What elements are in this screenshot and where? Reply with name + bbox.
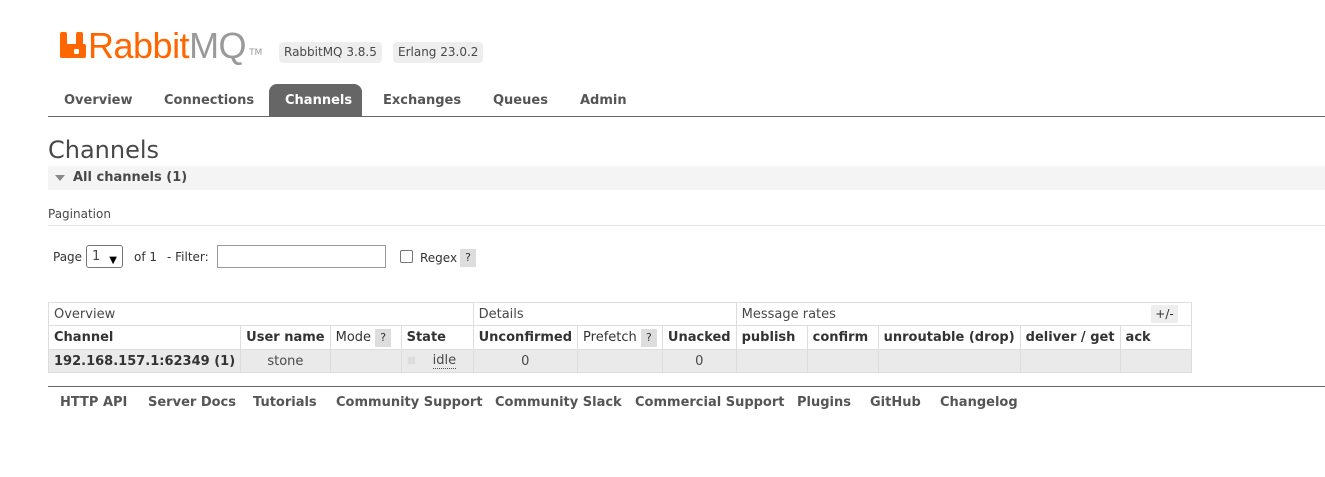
state-indicator-icon [406, 356, 416, 366]
table-row[interactable]: 192.168.157.1:62349 (1) stone idle 0 0 [47, 349, 1192, 373]
pagination-divider [48, 225, 1325, 226]
footer-link-http-api[interactable]: HTTP API [60, 395, 127, 410]
page-label: Page [53, 250, 83, 264]
collapse-triangle-icon [55, 175, 65, 181]
logo-text-secondary: MQ [189, 25, 247, 66]
cell-mode [329, 349, 402, 373]
rabbitmq-logo: Rabbit MQ TM [60, 24, 262, 64]
cell-prefetch [577, 349, 663, 373]
footer-link-commercial-support[interactable]: Commercial Support [635, 395, 785, 410]
filter-input[interactable] [217, 245, 386, 268]
col-user-name[interactable]: User name [240, 325, 331, 350]
footer-link-community-support[interactable]: Community Support [336, 395, 483, 410]
page-select[interactable]: 1 ▼ [86, 245, 123, 268]
cell-unconfirmed: 0 [472, 349, 579, 373]
col-state[interactable]: State [400, 325, 474, 350]
col-unconfirmed[interactable]: Unconfirmed [472, 325, 579, 350]
channels-table: Overview Details Message rates Channel U… [47, 302, 1192, 373]
all-channels-section-toggle[interactable]: All channels (1) [48, 166, 1325, 190]
page-title: Channels [48, 136, 160, 164]
state-value: idle [432, 352, 457, 369]
col-unroutable[interactable]: unroutable (drop) [877, 325, 1021, 350]
tab-queues[interactable]: Queues [477, 84, 564, 116]
cell-deliver-get [1019, 349, 1121, 373]
col-channel[interactable]: Channel [47, 325, 242, 350]
tab-exchanges[interactable]: Exchanges [367, 84, 477, 116]
mode-help-button[interactable]: ? [375, 328, 392, 347]
col-prefetch[interactable]: Prefetch ? [577, 325, 663, 350]
logo-text-primary: Rabbit [88, 25, 190, 66]
chevron-down-icon: ▼ [109, 255, 117, 266]
rabbitmq-version-badge: RabbitMQ 3.8.5 [279, 42, 382, 63]
regex-help-button[interactable]: ? [460, 249, 476, 267]
regex-checkbox[interactable] [400, 250, 413, 263]
footer-link-changelog[interactable]: Changelog [940, 395, 1018, 410]
footer-link-github[interactable]: GitHub [870, 395, 921, 410]
main-nav: Overview Connections Channels Exchanges … [48, 84, 1325, 117]
cell-user-name: stone [240, 349, 331, 373]
page-select-value: 1 [92, 249, 101, 264]
filter-label: - Filter: [167, 250, 209, 264]
section-title: All channels (1) [73, 170, 188, 185]
cell-state: idle [400, 349, 474, 373]
channel-link[interactable]: 192.168.157.1:62349 (1) [47, 349, 242, 373]
tab-channels[interactable]: Channels [269, 84, 362, 116]
cell-ack [1119, 349, 1192, 373]
cell-unacked: 0 [661, 349, 737, 373]
regex-label: Regex [420, 251, 458, 265]
footer: HTTP API Server Docs Tutorials Community… [48, 386, 1325, 426]
cell-confirm [806, 349, 879, 373]
col-deliver-get[interactable]: deliver / get [1019, 325, 1121, 350]
cell-unroutable [877, 349, 1021, 373]
footer-link-plugins[interactable]: Plugins [797, 395, 851, 410]
footer-link-server-docs[interactable]: Server Docs [148, 395, 236, 410]
column-toggle-button[interactable]: +/- [1151, 305, 1178, 323]
cell-publish [735, 349, 808, 373]
pagination-heading: Pagination [48, 207, 111, 221]
erlang-version-badge: Erlang 23.0.2 [393, 42, 484, 63]
col-confirm[interactable]: confirm [806, 325, 879, 350]
footer-link-community-slack[interactable]: Community Slack [495, 395, 622, 410]
tab-admin[interactable]: Admin [564, 84, 643, 116]
tab-connections[interactable]: Connections [148, 84, 270, 116]
col-publish[interactable]: publish [735, 325, 808, 350]
page-of-label: of 1 [134, 250, 158, 264]
col-mode[interactable]: Mode ? [329, 325, 402, 350]
tab-overview[interactable]: Overview [48, 84, 149, 116]
group-message-rates: Message rates [735, 302, 1192, 326]
rabbit-logo-icon [60, 32, 86, 58]
prefetch-help-button[interactable]: ? [640, 328, 657, 347]
col-ack[interactable]: ack [1119, 325, 1192, 350]
col-unacked[interactable]: Unacked [661, 325, 737, 350]
group-overview: Overview [48, 302, 474, 326]
group-details: Details [472, 302, 737, 326]
footer-link-tutorials[interactable]: Tutorials [253, 395, 317, 410]
logo-trademark: TM [249, 48, 263, 58]
